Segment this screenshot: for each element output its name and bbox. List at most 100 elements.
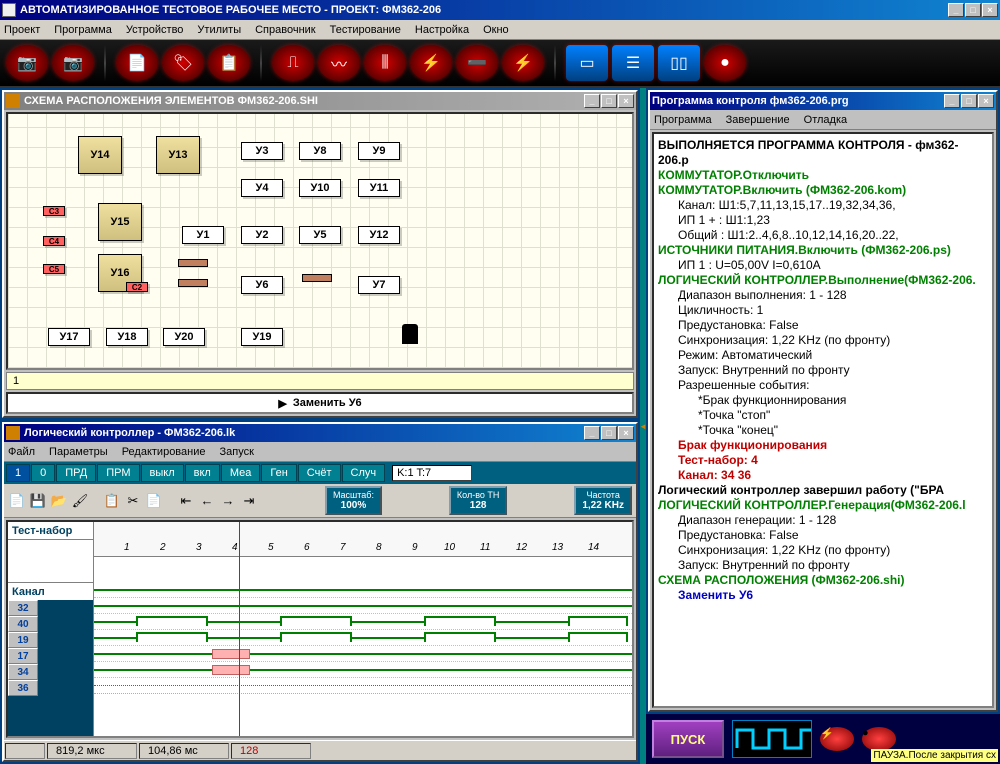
toolbar-btn-10[interactable]: ➖ [456,45,498,81]
chip-y12[interactable]: У12 [358,226,400,244]
chip-y11[interactable]: У11 [358,179,400,197]
open-icon[interactable]: 📂 [50,492,68,510]
toolbar-btn-6[interactable]: ⎍ [272,45,314,81]
chip-y7[interactable]: У7 [358,276,400,294]
tab-rand[interactable]: Случ [342,464,386,482]
pmenu-debug[interactable]: Отладка [804,114,847,126]
lmenu-run[interactable]: Запуск [219,446,253,458]
chip-c5[interactable]: C5 [43,264,65,274]
lmenu-edit[interactable]: Редактирование [122,446,206,458]
cut-icon[interactable]: ✂ [124,492,142,510]
chip-y13[interactable]: У13 [156,136,200,174]
menu-project[interactable]: Проект [4,24,40,36]
menu-program[interactable]: Программа [54,24,112,36]
new-icon[interactable]: 📄 [8,492,26,510]
toolbar-btn-7[interactable]: 〰 [318,45,360,81]
chip-y2[interactable]: У2 [241,226,283,244]
toolbar-btn-11[interactable]: ⚡ [502,45,544,81]
logic-minimize[interactable]: _ [584,426,600,440]
copy-icon[interactable]: 📋 [103,492,121,510]
chip-y3[interactable]: У3 [241,142,283,160]
toolbar-btn-15[interactable]: ● [704,45,746,81]
replace-button[interactable]: ▶Заменить У6 [6,392,634,414]
schema-maximize[interactable]: □ [601,94,617,108]
chip-y10[interactable]: У10 [299,179,341,197]
ch-32[interactable]: 32 [8,600,38,616]
schema-minimize[interactable]: _ [584,94,600,108]
chip-y17[interactable]: У17 [48,328,90,346]
toolbar-btn-13[interactable]: ☰ [612,45,654,81]
chip-c2[interactable]: C2 [126,282,148,292]
tab-on[interactable]: вкл [185,464,220,482]
chip-y18[interactable]: У18 [106,328,148,346]
cursor-line[interactable] [239,522,240,736]
maximize-button[interactable]: □ [965,3,981,17]
minimize-button[interactable]: _ [948,3,964,17]
toolbar-btn-5[interactable]: 📋 [208,45,250,81]
toolbar-btn-14[interactable]: ▯▯ [658,45,700,81]
logic-close[interactable]: × [618,426,634,440]
resistor-1[interactable] [178,259,208,267]
toolbar-btn-8[interactable]: ⫼ [364,45,406,81]
brush-icon[interactable]: 🖌 [71,492,89,510]
ch-40[interactable]: 40 [8,616,38,632]
tab-mea[interactable]: Меа [221,464,261,482]
close-button[interactable]: × [982,3,998,17]
orb-2[interactable]: ● [862,727,896,751]
menu-window[interactable]: Окно [483,24,509,36]
menu-device[interactable]: Устройство [126,24,184,36]
tab-1[interactable]: 1 [6,464,30,482]
scale-button[interactable]: Масштаб:100% [325,486,382,515]
paste-icon[interactable]: 📄 [145,492,163,510]
tab-count[interactable]: Счёт [298,464,341,482]
ch-36[interactable]: 36 [8,680,38,696]
end-icon[interactable]: ⇥ [240,492,258,510]
toolbar-btn-3[interactable]: 📄 [116,45,158,81]
ch-34[interactable]: 34 [8,664,38,680]
home-icon[interactable]: ⇤ [177,492,195,510]
tab-prm[interactable]: ПРМ [97,464,139,482]
transistor-1[interactable] [402,324,418,344]
menu-reference[interactable]: Справочник [255,24,316,36]
chip-y9[interactable]: У9 [358,142,400,160]
left-icon[interactable]: ← [198,492,216,510]
resistor-2[interactable] [178,279,208,287]
chip-y8[interactable]: У8 [299,142,341,160]
chip-y19[interactable]: У19 [241,328,283,346]
right-icon[interactable]: → [219,492,237,510]
freq-button[interactable]: Частота1,22 KHz [574,486,632,515]
pmenu-end[interactable]: Завершение [726,114,790,126]
tab-0[interactable]: 0 [31,464,55,482]
chip-y14[interactable]: У14 [78,136,122,174]
toolbar-btn-2[interactable]: 📷 [52,45,94,81]
save-icon[interactable]: 💾 [29,492,47,510]
toolbar-btn-9[interactable]: ⚡ [410,45,452,81]
menu-settings[interactable]: Настройка [415,24,469,36]
tab-gen[interactable]: Ген [261,464,296,482]
ch-19[interactable]: 19 [8,632,38,648]
toolbar-btn-12[interactable]: ▭ [566,45,608,81]
chip-y15[interactable]: У15 [98,203,142,241]
program-output[interactable]: ВЫПОЛНЯЕТСЯ ПРОГРАММА КОНТРОЛЯ - фм362-2… [652,132,994,708]
ch-17[interactable]: 17 [8,648,38,664]
lmenu-file[interactable]: Файл [8,446,35,458]
chip-y4[interactable]: У4 [241,179,283,197]
chip-c4[interactable]: C4 [43,236,65,246]
pusk-button[interactable]: ПУСК [652,720,724,758]
logic-maximize[interactable]: □ [601,426,617,440]
chip-y20[interactable]: У20 [163,328,205,346]
tab-input[interactable] [392,465,472,481]
orb-1[interactable]: ⚡ [820,727,854,751]
tab-off[interactable]: выкл [141,464,184,482]
prog-close[interactable]: × [978,94,994,108]
menu-utilities[interactable]: Утилиты [197,24,241,36]
chip-y5[interactable]: У5 [299,226,341,244]
chip-c3[interactable]: C3 [43,206,65,216]
schema-canvas[interactable]: У14 У13 У3 У8 У9 У4 У10 У11 C3 У15 У1 У2… [6,112,634,370]
schema-close[interactable]: × [618,94,634,108]
resistor-3[interactable] [302,274,332,282]
count-button[interactable]: Кол-во ТН128 [449,486,507,515]
tab-prd[interactable]: ПРД [56,464,96,482]
wave-canvas[interactable]: 1 2 3 4 5 6 7 8 9 10 11 12 13 14 [94,522,632,736]
prog-maximize[interactable]: □ [961,94,977,108]
